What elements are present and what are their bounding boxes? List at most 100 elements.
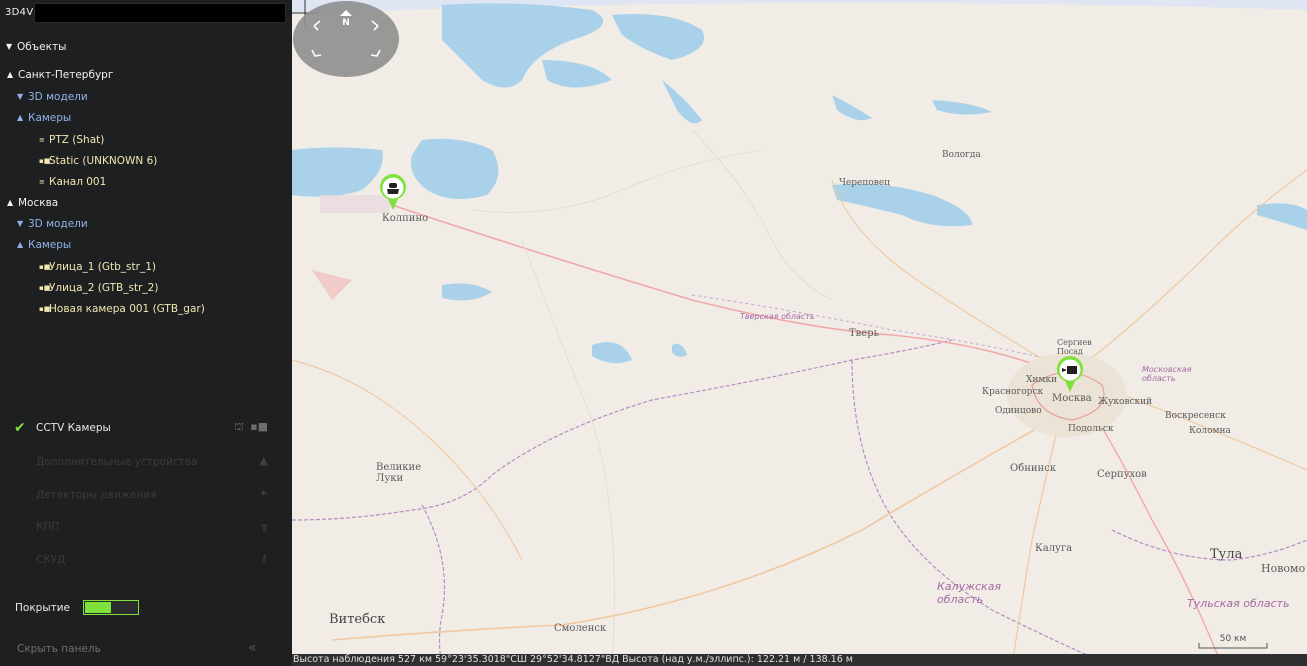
left-panel: 3D4V ▼ Объекты ▲ Санкт-Петербург ▼ 3D модел… <box>0 0 292 666</box>
map-label-tver-oblast: Тверская область <box>740 312 815 321</box>
layer-icons: ▲ <box>260 454 268 467</box>
title-bar: 3D4V <box>0 0 292 26</box>
camera-icon: ▪■ <box>39 284 51 292</box>
expand-triangle-icon[interactable]: ▼ <box>6 39 17 55</box>
layer-additional-devices[interactable]: ✔ Дополнительные устройства ▲ <box>14 453 272 471</box>
map-label-kolomna: Коломна <box>1189 426 1231 436</box>
layer-motion-detectors[interactable]: ✔ Детекторы движения ✶ <box>14 486 272 504</box>
map-label-krasnogorsk: Красногорск <box>982 387 1044 397</box>
map-label-tula: Тула <box>1210 547 1243 562</box>
app-window: 3D4V ▼ Объекты ▲ Санкт-Петербург ▼ 3D модел… <box>0 0 1307 666</box>
ptz-camera-icon: ≡ <box>39 178 45 186</box>
map-label-vitebsk: Витебск <box>329 612 386 627</box>
key-icon: ⚷ <box>259 552 268 565</box>
camera-label: Канал 001 <box>49 176 107 188</box>
coverage-label: Покрытие <box>15 602 71 614</box>
layer-icons: ⛫ ▪■ <box>234 420 268 435</box>
city-label: Москва <box>18 197 59 209</box>
checkbox[interactable]: ✔ <box>14 487 30 503</box>
collapse-triangle-icon[interactable]: ▲ <box>17 110 28 126</box>
status-bar: Высота наблюдения 527 км 59°23'35.3018"С… <box>292 654 1307 666</box>
map-marker-ptz-camera[interactable] <box>378 172 408 212</box>
camera-label: Новая камера 001 (GTB_gar) <box>49 303 205 315</box>
bell-icon: ▲ <box>259 454 268 467</box>
search-input[interactable] <box>34 3 286 23</box>
double-chevron-left-icon[interactable]: « <box>248 640 257 656</box>
tree-group-cameras[interactable]: ▲ Камеры <box>17 237 71 253</box>
layer-label: КПП <box>36 521 60 533</box>
tree-camera-item[interactable]: ▪■ Новая камера 001 (GTB_gar) <box>39 301 205 317</box>
group-label: 3D модели <box>28 91 88 103</box>
map-label-tver: Тверь <box>849 328 880 339</box>
tree-camera-item[interactable]: ▪■ Улица_2 (GTB_str_2) <box>39 280 158 296</box>
scale-bar: 50 км <box>1198 634 1268 649</box>
map-label-moscow-oblast: Московская область <box>1142 365 1192 383</box>
checkbox[interactable]: ✔ <box>14 552 30 568</box>
map-label-odintsovo: Одинцово <box>995 406 1042 416</box>
layer-label: Дополнительные устройства <box>36 456 198 468</box>
layer-icons: ✶ <box>259 487 268 500</box>
collapse-triangle-icon[interactable]: ▲ <box>7 195 18 211</box>
group-label: Камеры <box>28 112 72 124</box>
checkbox[interactable]: ✔ <box>14 519 30 535</box>
tree-group-cameras[interactable]: ▲ Камеры <box>17 110 71 126</box>
tree-group-3d-models[interactable]: ▼ 3D модели <box>17 216 88 232</box>
expand-triangle-icon[interactable]: ▼ <box>17 216 28 232</box>
map-label-novomoskovsk: Новомо <box>1261 562 1306 575</box>
collapse-triangle-icon[interactable]: ▲ <box>17 237 28 253</box>
camera-label: PTZ (Shat) <box>49 134 105 146</box>
group-label: Камеры <box>28 239 72 251</box>
barrier-icon: ╥ <box>261 519 268 532</box>
map-view[interactable]: Колпино Тверь Москва Великие Луки Витебс… <box>292 0 1307 666</box>
compass-widget[interactable]: N <box>292 0 400 78</box>
camera-label: Static (UNKNOWN 6) <box>49 155 158 167</box>
ptz-camera-icon: ≡ <box>39 136 45 144</box>
map-label-obninsk: Обнинск <box>1010 463 1057 474</box>
camera-icon: ▪■ <box>250 420 268 433</box>
running-person-icon: ✶ <box>258 487 268 500</box>
expand-triangle-icon[interactable]: ▼ <box>17 89 28 105</box>
layer-label: Детекторы движения <box>36 489 157 501</box>
tree-root-label: Объекты <box>17 41 67 53</box>
layer-cctv[interactable]: ✔ CCTV Камеры ⛫ ▪■ <box>14 419 272 437</box>
layer-label: СКУД <box>36 554 66 566</box>
map-label-kolpino: Колпино <box>382 213 429 224</box>
hide-panel-button[interactable]: Скрыть панель <box>17 643 101 655</box>
map-label-velikie-luki: Великие Луки <box>376 462 422 484</box>
layer-icons: ╥ <box>261 519 268 532</box>
coverage-toggle[interactable] <box>83 600 139 615</box>
layer-access-control[interactable]: ✔ СКУД ⚷ <box>14 551 272 569</box>
camera-icon: ▪■ <box>39 157 51 165</box>
camera-label: Улица_1 (Gtb_str_1) <box>49 261 156 273</box>
map-label-moskva: Москва <box>1052 393 1092 404</box>
layer-label: CCTV Камеры <box>36 422 111 434</box>
dome-camera-icon: ⛫ <box>234 420 245 433</box>
checkbox[interactable]: ✔ <box>14 454 30 470</box>
tree-camera-item[interactable]: ≡ PTZ (Shat) <box>39 132 104 148</box>
tree-city-spb[interactable]: ▲ Санкт-Петербург <box>7 67 113 83</box>
map-label-tula-oblast: Тульская область <box>1187 597 1290 610</box>
tree-root-objects[interactable]: ▼ Объекты <box>6 39 66 55</box>
tree-group-3d-models[interactable]: ▼ 3D модели <box>17 89 88 105</box>
city-label: Санкт-Петербург <box>18 69 114 81</box>
camera-icon: ▪■ <box>39 305 51 313</box>
app-name: 3D4V <box>5 7 34 18</box>
camera-icon: ▪■ <box>39 263 51 271</box>
map-label-kaluga: Калуга <box>1035 543 1073 554</box>
layer-checkpoint[interactable]: ✔ КПП ╥ <box>14 518 272 536</box>
map-marker-static-camera[interactable] <box>1055 354 1085 394</box>
compass-north-label: N <box>342 18 350 28</box>
map-label-cherepovets: Череповец <box>839 178 890 188</box>
tree-camera-item[interactable]: ▪■ Улица_1 (Gtb_str_1) <box>39 259 156 275</box>
checkmark-icon[interactable]: ✔ <box>14 420 30 436</box>
scale-bar-line <box>1198 643 1268 649</box>
collapse-triangle-icon[interactable]: ▲ <box>7 67 18 83</box>
map-label-serpukhov: Серпухов <box>1097 469 1147 480</box>
map-label-podolsk: Подольск <box>1068 424 1114 434</box>
tree-camera-item[interactable]: ▪■ Static (UNKNOWN 6) <box>39 153 157 169</box>
map-canvas <box>292 0 1307 666</box>
map-label-smolensk: Смоленск <box>554 623 607 634</box>
tree-city-moscow[interactable]: ▲ Москва <box>7 195 58 211</box>
tree-camera-item[interactable]: ≡ Канал 001 <box>39 174 106 190</box>
camera-label: Улица_2 (GTB_str_2) <box>49 282 159 294</box>
